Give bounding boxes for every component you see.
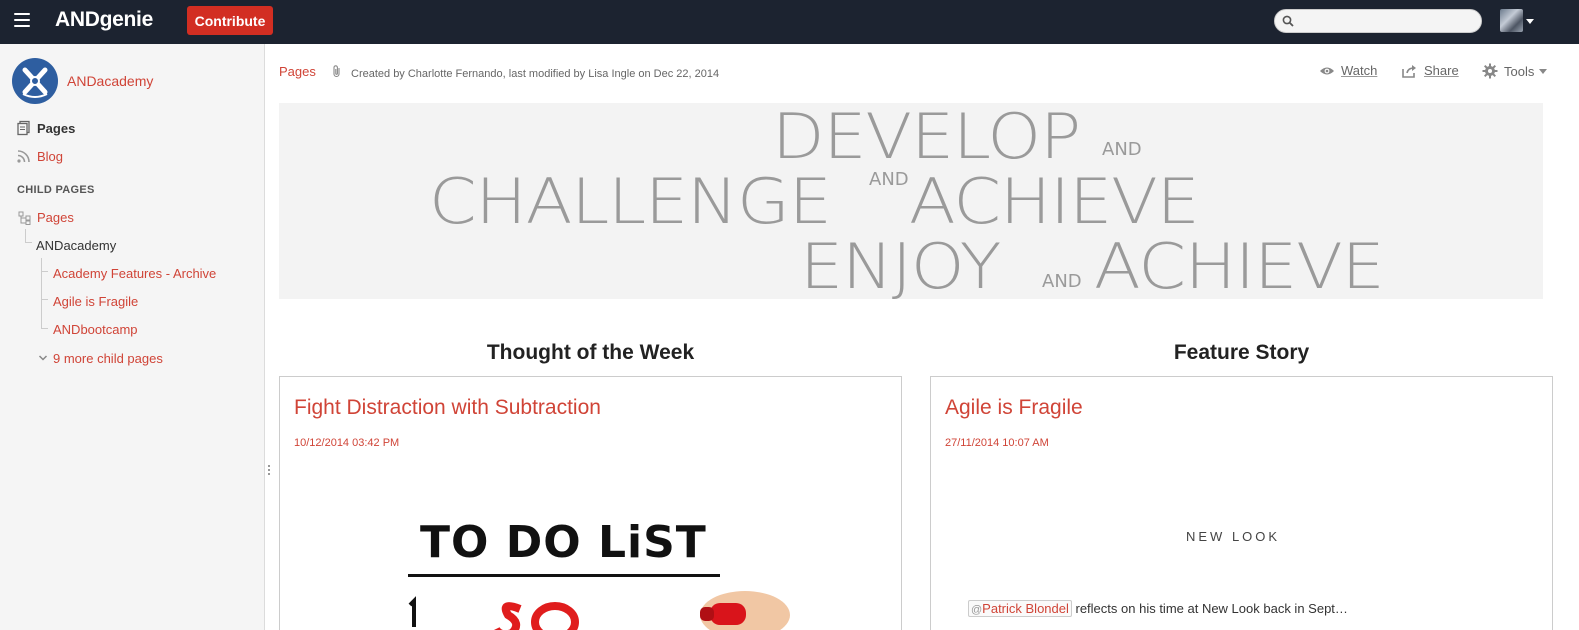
search-box[interactable]: [1274, 9, 1482, 33]
new-look-logo: NEW LOOK: [1186, 529, 1281, 544]
tree-connector: [41, 299, 48, 300]
banner-word-enjoy: ENJOY: [800, 230, 1001, 303]
tree-connector: [41, 328, 48, 329]
menu-icon[interactable]: [14, 13, 30, 27]
banner-and: AND: [869, 169, 909, 190]
at-icon: @: [971, 604, 983, 616]
space-logo[interactable]: [12, 58, 58, 104]
banner-word-challenge: CHALLENGE: [429, 165, 832, 238]
chevron-down-icon[interactable]: [38, 354, 48, 362]
share-label: Share: [1424, 63, 1459, 78]
search-input[interactable]: [1299, 13, 1475, 29]
excerpt-text: reflects on his time at New Look back in…: [1071, 601, 1348, 616]
page-tree-icon: [18, 211, 31, 225]
hero-banner: DEVELOP AND CHALLENGE AND ACHIEVE ENJOY …: [279, 103, 1543, 299]
tools-label: Tools: [1504, 63, 1535, 79]
tree-connector: [41, 271, 48, 272]
tree-connector: [41, 258, 42, 328]
banner-and: AND: [1102, 139, 1142, 160]
thought-of-the-week-card: Fight Distraction with Subtraction 10/12…: [279, 376, 902, 630]
space-name-link[interactable]: ANDacademy: [67, 73, 153, 89]
tree-item-academy-features-archive[interactable]: Academy Features - Archive: [53, 266, 216, 281]
tools-menu[interactable]: Tools: [1482, 63, 1548, 79]
sidebar-item-label: Blog: [37, 148, 64, 164]
banner-word-achieve: ACHIEVE: [909, 165, 1200, 238]
user-mention[interactable]: @Patrick Blondel: [968, 600, 1072, 617]
search-icon: [1282, 15, 1294, 27]
tree-item-agile-is-fragile[interactable]: Agile is Fragile: [53, 294, 138, 309]
watch-label: Watch: [1341, 63, 1378, 78]
post-excerpt: @Patrick Blondel reflects on his time at…: [968, 600, 1348, 617]
feature-story-heading: Feature Story: [1173, 341, 1310, 364]
more-child-pages-link[interactable]: 9 more child pages: [53, 351, 163, 366]
post-date: 27/11/2014 10:07 AM: [945, 437, 1049, 449]
feature-story-card: Agile is Fragile 27/11/2014 10:07 AM NEW…: [930, 376, 1553, 630]
chevron-down-icon[interactable]: [1526, 19, 1534, 24]
user-avatar[interactable]: [1500, 9, 1523, 32]
post-title-link[interactable]: Fight Distraction with Subtraction: [294, 396, 601, 420]
rss-icon: [17, 150, 30, 163]
tree-connector: [25, 242, 32, 243]
mention-name: Patrick Blondel: [982, 601, 1069, 616]
post-title-link[interactable]: Agile is Fragile: [945, 396, 1083, 420]
thought-of-the-week-heading: Thought of the Week: [486, 341, 695, 364]
top-navigation-bar: ANDgenie Contribute: [0, 0, 1579, 44]
banner-word-achieve: ACHIEVE: [1094, 230, 1385, 303]
page-byline: Created by Charlotte Fernando, last modi…: [351, 68, 720, 80]
tree-connector: [25, 229, 26, 242]
caret-down-icon: [1539, 68, 1548, 74]
share-button[interactable]: Share: [1402, 63, 1459, 78]
attachment-icon[interactable]: [331, 64, 343, 78]
tree-item-andbootcamp[interactable]: ANDbootcamp: [53, 322, 138, 337]
todo-image-illustration: [408, 591, 790, 630]
todo-image-text: TO DO LiST: [420, 517, 707, 568]
post-date: 10/12/2014 03:42 PM: [294, 437, 400, 449]
tree-item-andacademy[interactable]: ANDacademy: [36, 238, 116, 253]
contribute-button[interactable]: Contribute: [187, 6, 273, 35]
watch-button[interactable]: Watch: [1319, 63, 1377, 78]
sidebar-item-blog[interactable]: Blog: [16, 147, 63, 165]
sidebar-item-pages[interactable]: Pages: [16, 119, 75, 137]
brand-logo[interactable]: ANDgenie: [55, 8, 153, 32]
tree-item-pages[interactable]: Pages: [37, 210, 74, 225]
todo-underline: [408, 574, 720, 577]
banner-and: AND: [1042, 271, 1082, 292]
banner-word-develop: DEVELOP: [772, 100, 1081, 173]
child-pages-heading: CHILD PAGES: [17, 184, 95, 196]
sidebar-item-label: Pages: [37, 120, 76, 136]
pages-icon: [17, 120, 30, 136]
breadcrumb[interactable]: Pages: [279, 64, 316, 79]
gear-icon: [1482, 63, 1498, 79]
sidebar-resize-handle[interactable]: [268, 465, 270, 477]
share-icon: [1402, 64, 1416, 78]
andacademy-logo-icon: [22, 67, 48, 98]
sidebar: ANDacademy Pages Blog CHILD PAGES Pages …: [0, 44, 265, 630]
eye-icon: [1320, 67, 1334, 74]
